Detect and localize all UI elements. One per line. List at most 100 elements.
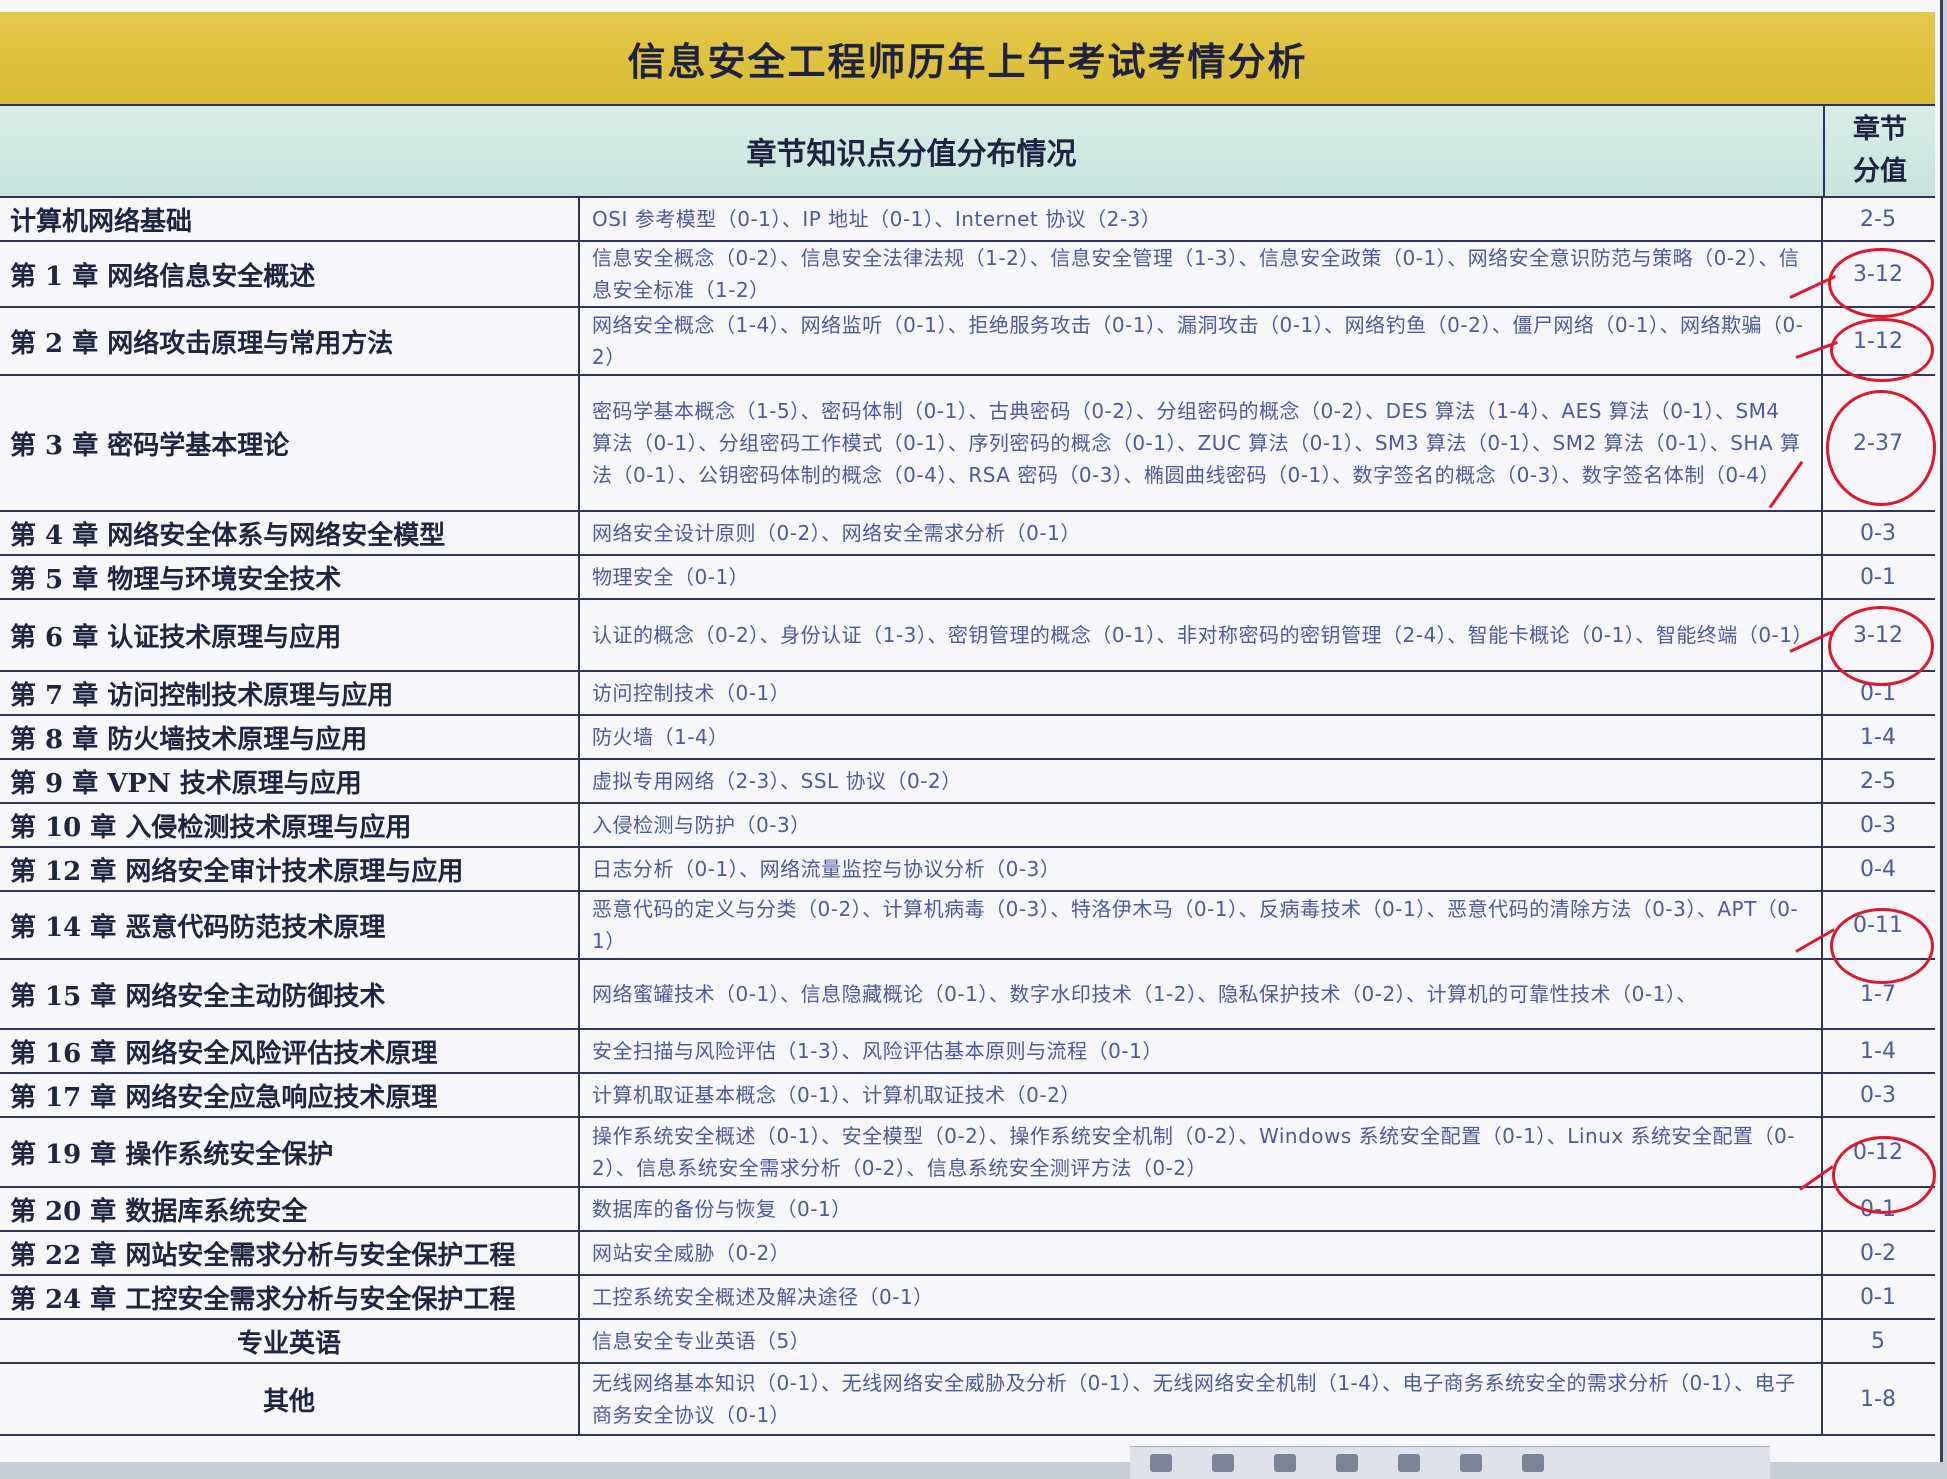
knowledge-points: 网络安全概念（1-4）、网络监听（0-1）、拒绝服务攻击（0-1）、漏洞攻击（0…: [580, 308, 1823, 374]
chapter-score: 0-11: [1853, 912, 1903, 938]
table-row: 第 15 章 网络安全主动防御技术 网络蜜罐技术（0-1）、信息隐藏概论（0-1…: [0, 960, 1935, 1030]
chapter-score: 2-5: [1860, 768, 1896, 794]
taskbar-app-icon[interactable]: [1336, 1454, 1358, 1472]
knowledge-points: 无线网络基本知识（0-1）、无线网络安全威胁及分析（0-1）、无线网络安全机制（…: [580, 1364, 1823, 1434]
distribution-header: 章节知识点分值分布情况: [0, 106, 1825, 198]
chapter-name: 第 5 章 物理与环境安全技术: [0, 556, 580, 598]
knowledge-points: 数据库的备份与恢复（0-1）: [580, 1188, 1823, 1230]
table-row: 其他 无线网络基本知识（0-1）、无线网络安全威胁及分析（0-1）、无线网络安全…: [0, 1364, 1935, 1436]
taskbar: [1130, 1446, 1770, 1479]
taskbar-app-icon[interactable]: [1398, 1454, 1420, 1472]
chapter-score: 0-3: [1860, 520, 1896, 546]
table-row: 第 16 章 网络安全风险评估技术原理 安全扫描与风险评估（1-3）、风险评估基…: [0, 1030, 1935, 1074]
chapter-score-header: 章节 分值: [1825, 106, 1935, 198]
knowledge-points: 访问控制技术（0-1）: [580, 672, 1823, 714]
knowledge-points: 虚拟专用网络（2-3）、SSL 协议（0-2）: [580, 760, 1823, 802]
knowledge-points: 信息安全专业英语（5）: [580, 1320, 1823, 1362]
taskbar-app-icon[interactable]: [1212, 1454, 1234, 1472]
knowledge-points: 计算机取证基本概念（0-1）、计算机取证技术（0-2）: [580, 1074, 1823, 1116]
chapter-score: 0-2: [1860, 1240, 1896, 1266]
chapter-name: 第 22 章 网站安全需求分析与安全保护工程: [0, 1232, 580, 1274]
table-row: 第 24 章 工控安全需求分析与安全保护工程 工控系统安全概述及解决途径（0-1…: [0, 1276, 1935, 1320]
chapter-name: 第 12 章 网络安全审计技术原理与应用: [0, 848, 580, 890]
table-row: 第 4 章 网络安全体系与网络安全模型 网络安全设计原则（0-2）、网络安全需求…: [0, 512, 1935, 556]
chapter-name: 第 2 章 网络攻击原理与常用方法: [0, 308, 580, 374]
chapter-name: 第 9 章 VPN 技术原理与应用: [0, 760, 580, 802]
chapter-score: 3-12: [1853, 261, 1903, 287]
table-row: 第 9 章 VPN 技术原理与应用 虚拟专用网络（2-3）、SSL 协议（0-2…: [0, 760, 1935, 804]
table-row: 第 12 章 网络安全审计技术原理与应用 日志分析（0-1）、网络流量监控与协议…: [0, 848, 1935, 892]
chapter-score: 0-1: [1860, 1284, 1896, 1310]
knowledge-points: 认证的概念（0-2）、身份认证（1-3）、密钥管理的概念（0-1）、非对称密码的…: [580, 600, 1823, 670]
chapter-name: 第 15 章 网络安全主动防御技术: [0, 960, 580, 1028]
chapter-name: 第 24 章 工控安全需求分析与安全保护工程: [0, 1276, 580, 1318]
knowledge-points: 物理安全（0-1）: [580, 556, 1823, 598]
knowledge-points: 恶意代码的定义与分类（0-2）、计算机病毒（0-3）、特洛伊木马（0-1）、反病…: [580, 892, 1823, 958]
exam-analysis-sheet: 信息安全工程师历年上午考试考情分析 章节知识点分值分布情况 章节 分值 计算机网…: [0, 0, 1943, 1462]
knowledge-points: 网站安全威胁（0-2）: [580, 1232, 1823, 1274]
table-row: 计算机网络基础 OSI 参考模型（0-1）、IP 地址（0-1）、Interne…: [0, 198, 1935, 242]
chapter-name: 其他: [0, 1364, 580, 1434]
chapter-score: 2-37: [1853, 430, 1903, 456]
chapter-name: 第 6 章 认证技术原理与应用: [0, 600, 580, 670]
chapter-score: 1-8: [1860, 1386, 1896, 1412]
chapter-score: 0-4: [1860, 856, 1896, 882]
chapter-name: 第 20 章 数据库系统安全: [0, 1188, 580, 1230]
taskbar-app-icon[interactable]: [1522, 1454, 1544, 1472]
chapter-name: 第 17 章 网络安全应急响应技术原理: [0, 1074, 580, 1116]
chapter-name: 第 19 章 操作系统安全保护: [0, 1118, 580, 1186]
chapter-name: 第 4 章 网络安全体系与网络安全模型: [0, 512, 580, 554]
chapter-score: 0-3: [1860, 812, 1896, 838]
table-row: 第 10 章 入侵检测技术原理与应用 入侵检测与防护（0-3） 0-3: [0, 804, 1935, 848]
table-row: 专业英语 信息安全专业英语（5） 5: [0, 1320, 1935, 1364]
chapter-name: 第 14 章 恶意代码防范技术原理: [0, 892, 580, 958]
chapter-name: 第 1 章 网络信息安全概述: [0, 242, 580, 306]
chapter-score: 1-12: [1853, 328, 1903, 354]
chapter-score-header-line2: 分值: [1853, 156, 1907, 187]
chapter-name: 第 7 章 访问控制技术原理与应用: [0, 672, 580, 714]
table-row: 第 6 章 认证技术原理与应用 认证的概念（0-2）、身份认证（1-3）、密钥管…: [0, 600, 1935, 672]
table-row: 第 19 章 操作系统安全保护 操作系统安全概述（0-1）、安全模型（0-2）、…: [0, 1118, 1935, 1188]
knowledge-points: OSI 参考模型（0-1）、IP 地址（0-1）、Internet 协议（2-3…: [580, 198, 1823, 240]
table-row: 第 14 章 恶意代码防范技术原理 恶意代码的定义与分类（0-2）、计算机病毒（…: [0, 892, 1935, 960]
table-row: 第 7 章 访问控制技术原理与应用 访问控制技术（0-1） 0-1: [0, 672, 1935, 716]
chapter-name: 第 16 章 网络安全风险评估技术原理: [0, 1030, 580, 1072]
knowledge-points: 网络蜜罐技术（0-1）、信息隐藏概论（0-1）、数字水印技术（1-2）、隐私保护…: [580, 960, 1823, 1028]
table-row: 第 3 章 密码学基本理论 密码学基本概念（1-5）、密码体制（0-1）、古典密…: [0, 376, 1935, 512]
table-row: 第 5 章 物理与环境安全技术 物理安全（0-1） 0-1: [0, 556, 1935, 600]
chapter-name: 专业英语: [0, 1320, 580, 1362]
chapter-name: 第 10 章 入侵检测技术原理与应用: [0, 804, 580, 846]
taskbar-app-icon[interactable]: [1274, 1454, 1296, 1472]
taskbar-app-icon[interactable]: [1460, 1454, 1482, 1472]
knowledge-points: 日志分析（0-1）、网络流量监控与协议分析（0-3）: [580, 848, 1823, 890]
chapter-score: 0-1: [1860, 1196, 1896, 1222]
chapter-score: 0-3: [1860, 1082, 1896, 1108]
chapter-name: 第 3 章 密码学基本理论: [0, 376, 580, 510]
chapter-score-header-line1: 章节: [1853, 114, 1907, 145]
knowledge-points: 信息安全概念（0-2）、信息安全法律法规（1-2）、信息安全管理（1-3）、信息…: [580, 242, 1823, 306]
knowledge-points: 安全扫描与风险评估（1-3）、风险评估基本原则与流程（0-1）: [580, 1030, 1823, 1072]
knowledge-points: 网络安全设计原则（0-2）、网络安全需求分析（0-1）: [580, 512, 1823, 554]
chapter-score: 1-4: [1860, 1038, 1896, 1064]
page-title: 信息安全工程师历年上午考试考情分析: [0, 12, 1935, 106]
chapter-name: 计算机网络基础: [0, 198, 580, 240]
chapter-score: 3-12: [1853, 622, 1903, 648]
knowledge-points: 工控系统安全概述及解决途径（0-1）: [580, 1276, 1823, 1318]
knowledge-points: 入侵检测与防护（0-3）: [580, 804, 1823, 846]
chapter-score: 1-7: [1860, 981, 1896, 1007]
chapter-score: 5: [1871, 1328, 1885, 1354]
table-row: 第 20 章 数据库系统安全 数据库的备份与恢复（0-1） 0-1: [0, 1188, 1935, 1232]
chapter-score: 2-5: [1860, 206, 1896, 232]
chapter-score: 0-12: [1853, 1139, 1903, 1165]
chapter-score: 0-1: [1860, 680, 1896, 706]
knowledge-points: 密码学基本概念（1-5）、密码体制（0-1）、古典密码（0-2）、分组密码的概念…: [580, 376, 1823, 510]
taskbar-app-icon[interactable]: [1150, 1454, 1172, 1472]
chapter-name: 第 8 章 防火墙技术原理与应用: [0, 716, 580, 758]
table-row: 第 22 章 网站安全需求分析与安全保护工程 网站安全威胁（0-2） 0-2: [0, 1232, 1935, 1276]
knowledge-points: 防火墙（1-4）: [580, 716, 1823, 758]
table-row: 第 2 章 网络攻击原理与常用方法 网络安全概念（1-4）、网络监听（0-1）、…: [0, 308, 1935, 376]
table-row: 第 1 章 网络信息安全概述 信息安全概念（0-2）、信息安全法律法规（1-2）…: [0, 242, 1935, 308]
table-row: 第 17 章 网络安全应急响应技术原理 计算机取证基本概念（0-1）、计算机取证…: [0, 1074, 1935, 1118]
chapter-score: 0-1: [1860, 564, 1896, 590]
table-row: 第 8 章 防火墙技术原理与应用 防火墙（1-4） 1-4: [0, 716, 1935, 760]
